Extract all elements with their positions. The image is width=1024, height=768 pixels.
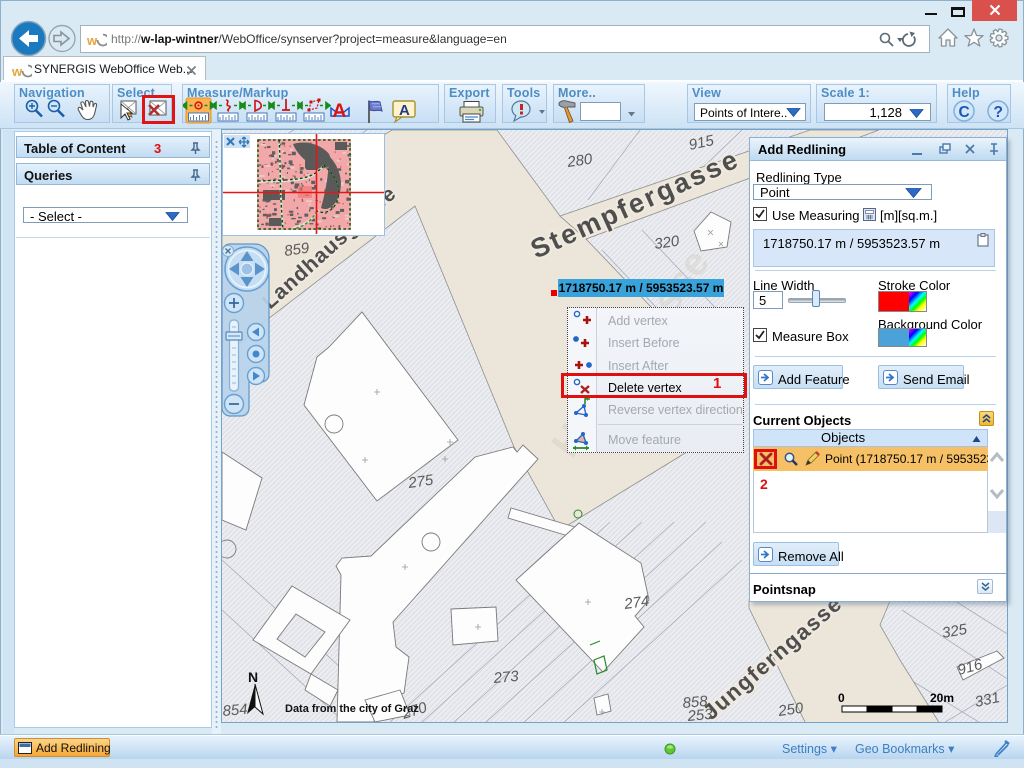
svg-text:859: 859 <box>283 240 311 260</box>
svg-text:N: N <box>248 669 258 685</box>
svg-text:273: 273 <box>492 668 520 687</box>
svg-text:?: ? <box>994 104 1003 121</box>
svg-text:274: 274 <box>622 593 650 613</box>
svg-text:0: 0 <box>838 691 845 705</box>
svg-text:Data from the city of Graz: Data from the city of Graz <box>285 703 419 715</box>
svg-text:C: C <box>959 104 970 121</box>
svg-text:w: w <box>87 33 98 48</box>
svg-text:A: A <box>333 101 347 122</box>
svg-text:320: 320 <box>653 233 681 253</box>
svg-text:253: 253 <box>686 706 714 723</box>
svg-text:854: 854 <box>222 701 248 720</box>
svg-text:A: A <box>399 102 410 119</box>
svg-text:20m: 20m <box>930 691 954 705</box>
svg-text:w: w <box>12 64 23 79</box>
